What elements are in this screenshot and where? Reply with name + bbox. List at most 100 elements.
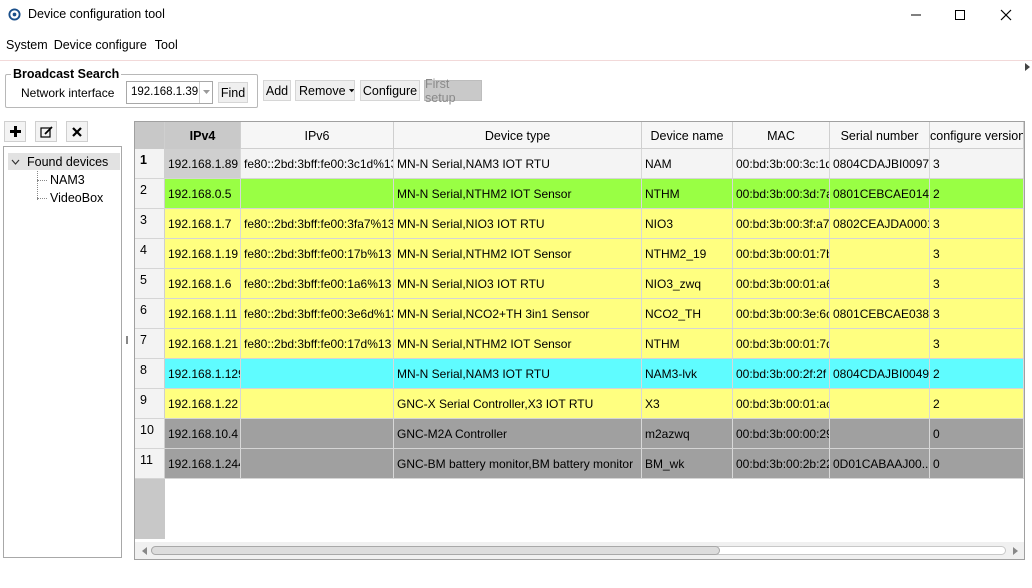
column-header-ipv4[interactable]: IPv4 bbox=[165, 122, 241, 149]
scrollbar-thumb[interactable] bbox=[151, 546, 720, 555]
cell-mac[interactable]: 00:bd:3b:00:3c:1d bbox=[733, 149, 830, 178]
cell-device-name[interactable]: NIO3_zwq bbox=[642, 269, 733, 298]
row-number[interactable]: 11 bbox=[135, 449, 165, 478]
cell-ipv6[interactable]: fe80::2bd:3bff:fe00:3c1d%13 bbox=[241, 149, 394, 178]
cell-device-type[interactable]: MN-N Serial,NIO3 IOT RTU bbox=[394, 209, 642, 238]
table-row[interactable]: 4 192.168.1.19 fe80::2bd:3bff:fe00:17b%13 M… bbox=[135, 239, 1024, 269]
cell-device-name[interactable]: NAM bbox=[642, 149, 733, 178]
cell-ipv4[interactable]: 192.168.1.89 bbox=[165, 149, 241, 178]
cell-mac[interactable]: 00:bd:3b:00:2b:22 bbox=[733, 449, 830, 478]
cell-ipv6[interactable] bbox=[241, 179, 394, 208]
cell-configure-version[interactable]: 2 bbox=[930, 179, 1024, 208]
cell-serial-number[interactable] bbox=[830, 269, 930, 298]
cell-ipv6[interactable]: fe80::2bd:3bff:fe00:3fa7%13 bbox=[241, 209, 394, 238]
cell-serial-number[interactable]: 0801CEBCAE0145 bbox=[830, 179, 930, 208]
device-tree[interactable]: Found devices NAM3 VideoBox bbox=[3, 146, 122, 558]
table-row[interactable]: 10 192.168.10.4 GNC-M2A Controller m2azwq 00… bbox=[135, 419, 1024, 449]
cell-mac[interactable]: 00:bd:3b:00:01:7b bbox=[733, 239, 830, 268]
cell-configure-version[interactable]: 0 bbox=[930, 449, 1024, 478]
cell-serial-number[interactable]: 0D01CABAAJ00... bbox=[830, 449, 930, 478]
configure-button[interactable]: Configure bbox=[360, 80, 420, 101]
cell-mac[interactable]: 00:bd:3b:00:01:ac bbox=[733, 389, 830, 418]
cell-device-name[interactable]: m2azwq bbox=[642, 419, 733, 448]
cell-serial-number[interactable]: 0801CEBCAE0388 bbox=[830, 299, 930, 328]
maximize-button[interactable] bbox=[937, 0, 983, 30]
scroll-right-icon[interactable] bbox=[1011, 546, 1019, 555]
cell-ipv4[interactable]: 192.168.1.19 bbox=[165, 239, 241, 268]
chevron-down-icon[interactable] bbox=[199, 82, 212, 103]
column-header-mac[interactable]: MAC bbox=[733, 122, 830, 149]
cell-serial-number[interactable]: 0804CDAJBI0049 bbox=[830, 359, 930, 388]
cell-ipv4[interactable]: 192.168.10.4 bbox=[165, 419, 241, 448]
row-number[interactable]: 5 bbox=[135, 269, 165, 298]
cell-device-name[interactable]: X3 bbox=[642, 389, 733, 418]
table-row[interactable]: 1 192.168.1.89 fe80::2bd:3bff:fe00:3c1d%13… bbox=[135, 149, 1024, 179]
table-row[interactable]: 9 192.168.1.22 GNC-X Serial Controller,X3 … bbox=[135, 389, 1024, 419]
add-button[interactable]: Add bbox=[263, 80, 291, 101]
cell-ipv6[interactable]: fe80::2bd:3bff:fe00:1a6%13 bbox=[241, 269, 394, 298]
cell-mac[interactable]: 00:bd:3b:00:00:29 bbox=[733, 419, 830, 448]
row-number[interactable]: 2 bbox=[135, 179, 165, 208]
tree-item-nam3[interactable]: NAM3 bbox=[50, 173, 85, 187]
cell-device-type[interactable]: MN-N Serial,NTHM2 IOT Sensor bbox=[394, 239, 642, 268]
column-header-ipv6[interactable]: IPv6 bbox=[241, 122, 394, 149]
table-row[interactable]: 7 192.168.1.21 fe80::2bd:3bff:fe00:17d%13 M… bbox=[135, 329, 1024, 359]
cell-configure-version[interactable]: 2 bbox=[930, 359, 1024, 388]
cell-ipv6[interactable] bbox=[241, 359, 394, 388]
menu-device-configure[interactable]: Device configure bbox=[52, 36, 151, 56]
cell-device-type[interactable]: MN-N Serial,NAM3 IOT RTU bbox=[394, 149, 642, 178]
table-row[interactable]: 8 192.168.1.129 MN-N Serial,NAM3 IOT RTU NA… bbox=[135, 359, 1024, 389]
cell-mac[interactable]: 00:bd:3b:00:01:a6 bbox=[733, 269, 830, 298]
scroll-right-icon[interactable] bbox=[1022, 62, 1032, 72]
cell-ipv6[interactable] bbox=[241, 449, 394, 478]
scroll-left-icon[interactable] bbox=[140, 546, 148, 555]
delete-device-button[interactable] bbox=[66, 121, 88, 142]
row-number[interactable]: 9 bbox=[135, 389, 165, 418]
cell-ipv6[interactable]: fe80::2bd:3bff:fe00:17d%13 bbox=[241, 329, 394, 358]
menu-tool[interactable]: Tool bbox=[151, 36, 182, 56]
cell-ipv4[interactable]: 192.168.1.129 bbox=[165, 359, 241, 388]
cell-ipv4[interactable]: 192.168.1.21 bbox=[165, 329, 241, 358]
cell-ipv4[interactable]: 192.168.1.22 bbox=[165, 389, 241, 418]
cell-device-type[interactable]: MN-N Serial,NCO2+TH 3in1 Sensor bbox=[394, 299, 642, 328]
cell-ipv4[interactable]: 192.168.1.6 bbox=[165, 269, 241, 298]
row-number[interactable]: 4 bbox=[135, 239, 165, 268]
cell-device-name[interactable]: NTHM bbox=[642, 179, 733, 208]
cell-serial-number[interactable]: 0804CDAJBI0097 bbox=[830, 149, 930, 178]
table-row[interactable]: 3 192.168.1.7 fe80::2bd:3bff:fe00:3fa7%13 M… bbox=[135, 209, 1024, 239]
minimize-button[interactable] bbox=[893, 0, 939, 30]
row-number[interactable]: 3 bbox=[135, 209, 165, 238]
table-row[interactable]: 11 192.168.1.244 GNC-BM battery monitor,BM… bbox=[135, 449, 1024, 479]
find-button[interactable]: Find bbox=[218, 82, 248, 103]
cell-device-type[interactable]: GNC-M2A Controller bbox=[394, 419, 642, 448]
cell-device-type[interactable]: MN-N Serial,NTHM2 IOT Sensor bbox=[394, 179, 642, 208]
cell-configure-version[interactable]: 3 bbox=[930, 269, 1024, 298]
cell-mac[interactable]: 00:bd:3b:00:01:7d bbox=[733, 329, 830, 358]
cell-configure-version[interactable]: 3 bbox=[930, 299, 1024, 328]
cell-serial-number[interactable] bbox=[830, 389, 930, 418]
cell-mac[interactable]: 00:bd:3b:00:3e:6d bbox=[733, 299, 830, 328]
row-number[interactable]: 8 bbox=[135, 359, 165, 388]
splitter-handle[interactable] bbox=[126, 336, 128, 344]
cell-ipv4[interactable]: 192.168.1.244 bbox=[165, 449, 241, 478]
column-header-serial-number[interactable]: Serial number bbox=[830, 122, 930, 149]
cell-configure-version[interactable]: 3 bbox=[930, 149, 1024, 178]
cell-configure-version[interactable]: 3 bbox=[930, 329, 1024, 358]
edit-device-button[interactable] bbox=[35, 121, 57, 142]
cell-device-name[interactable]: NAM3-lvk bbox=[642, 359, 733, 388]
cell-device-name[interactable]: NCO2_TH bbox=[642, 299, 733, 328]
grid-corner[interactable] bbox=[135, 122, 165, 149]
cell-serial-number[interactable] bbox=[830, 239, 930, 268]
row-number[interactable]: 1 bbox=[135, 149, 165, 178]
menu-system[interactable]: System bbox=[0, 36, 52, 56]
cell-configure-version[interactable]: 0 bbox=[930, 419, 1024, 448]
cell-serial-number[interactable] bbox=[830, 329, 930, 358]
cell-ipv6[interactable]: fe80::2bd:3bff:fe00:3e6d%13 bbox=[241, 299, 394, 328]
horizontal-scrollbar[interactable] bbox=[135, 542, 1024, 559]
cell-ipv6[interactable]: fe80::2bd:3bff:fe00:17b%13 bbox=[241, 239, 394, 268]
cell-device-name[interactable]: NTHM2_19 bbox=[642, 239, 733, 268]
chevron-down-icon[interactable] bbox=[8, 159, 22, 165]
column-header-device-name[interactable]: Device name bbox=[642, 122, 733, 149]
cell-device-type[interactable]: MN-N Serial,NAM3 IOT RTU bbox=[394, 359, 642, 388]
cell-configure-version[interactable]: 3 bbox=[930, 209, 1024, 238]
